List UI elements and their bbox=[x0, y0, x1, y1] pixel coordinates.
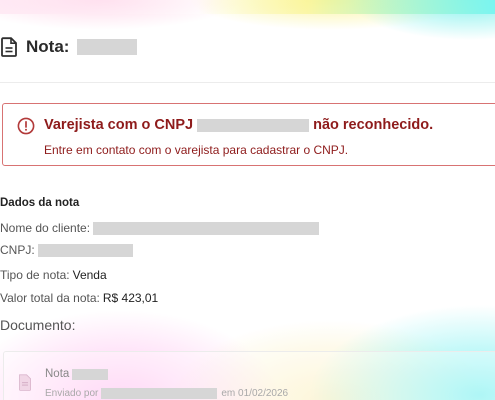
total-value-row: Valor total da nota: R$ 423,01 bbox=[0, 291, 158, 305]
redacted-client-name bbox=[93, 221, 320, 235]
note-type-row: Tipo de nota: Venda bbox=[0, 268, 107, 282]
document-name-label: Nota bbox=[45, 368, 70, 380]
client-name-label: Nome do cliente: bbox=[0, 221, 91, 235]
client-name-row: Nome do cliente: bbox=[0, 221, 320, 235]
alert-message: Entre em contato com o varejista para ca… bbox=[44, 143, 349, 157]
total-value: R$ 423,01 bbox=[102, 291, 159, 305]
redacted-cnpj-value bbox=[37, 243, 133, 257]
sent-date: em 01/02/2026 bbox=[221, 388, 289, 399]
document-card[interactable]: Nota Enviado por em 01/02/2026 bbox=[3, 351, 495, 400]
document-icon bbox=[1, 37, 17, 57]
file-icon bbox=[19, 374, 31, 391]
alert-circle-icon bbox=[17, 117, 35, 135]
total-value-label: Valor total da nota: bbox=[0, 291, 100, 305]
details-section-title: Dados da nota bbox=[0, 197, 80, 209]
header-divider bbox=[0, 82, 495, 83]
redacted-note-number bbox=[77, 39, 138, 55]
cnpj-label: CNPJ: bbox=[0, 243, 35, 257]
page-header: Nota: bbox=[0, 36, 138, 58]
cnpj-row: CNPJ: bbox=[0, 243, 133, 257]
sent-by-label: Enviado por bbox=[45, 388, 99, 399]
document-section-title: Documento: bbox=[0, 317, 76, 333]
alert-title-suffix: não reconhecido. bbox=[313, 117, 434, 133]
error-alert: Varejista com o CNPJ não reconhecido. En… bbox=[2, 103, 495, 166]
note-type-label: Tipo de nota: bbox=[0, 268, 70, 282]
top-gradient-strip bbox=[0, 0, 495, 14]
redacted-cnpj bbox=[197, 118, 310, 132]
alert-title: Varejista com o CNPJ não reconhecido. bbox=[44, 117, 433, 133]
redacted-document-number bbox=[72, 368, 109, 380]
redacted-sender bbox=[101, 388, 218, 399]
alert-title-prefix: Varejista com o CNPJ bbox=[44, 117, 194, 133]
document-name: Nota bbox=[45, 368, 109, 380]
page-title: Nota: bbox=[26, 37, 70, 56]
note-type-value: Venda bbox=[72, 268, 107, 282]
document-sent-info: Enviado por em 01/02/2026 bbox=[45, 388, 288, 399]
